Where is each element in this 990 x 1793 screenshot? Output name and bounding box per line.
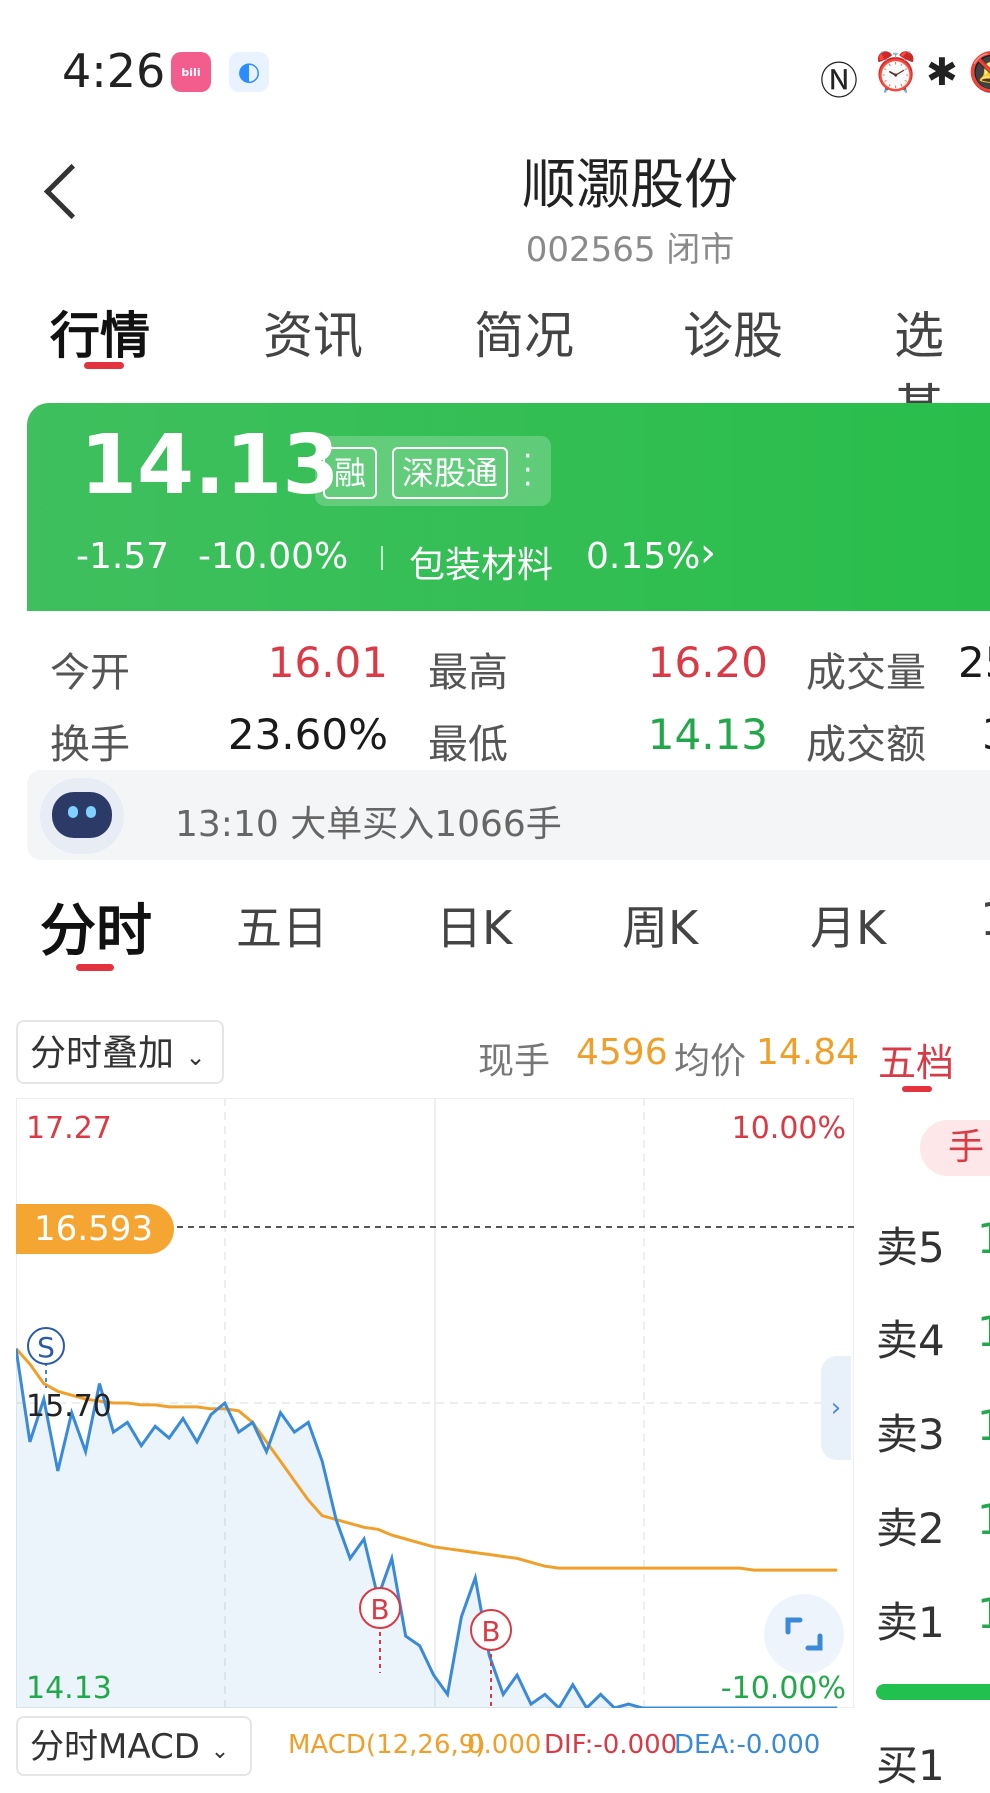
volume-label: 成交量 (806, 650, 926, 696)
five-level-indicator (902, 1086, 932, 1092)
macd-label: 分时MACD (30, 1727, 200, 1767)
amount-label: 成交额 (806, 722, 926, 768)
avg-value: 14.84 (756, 1032, 860, 1073)
peak-price-label: 15.70 (26, 1389, 112, 1424)
macd-dropdown[interactable]: 分时MACD ⌄ (16, 1716, 252, 1776)
open-value: 16.01 (267, 638, 388, 687)
robot-eye (86, 806, 96, 818)
robot-eye (68, 806, 78, 818)
dea-value: DEA:-0.000 (674, 1730, 821, 1760)
turnover-label: 换手 (50, 722, 130, 768)
tab-profile[interactable]: 简况 (474, 296, 574, 368)
margin-tag: 融 (323, 447, 377, 499)
sector-name[interactable]: 包装材料 (409, 536, 553, 588)
reference-price-tag: 16.593 (16, 1204, 174, 1254)
stock-code-status: 002565 闭市 (525, 230, 735, 270)
bid1-label: 买1 (876, 1741, 945, 1790)
current-hand-label: 现手 (478, 1041, 551, 1082)
avg-label: 均价 (674, 1041, 747, 1082)
more-icon[interactable]: · · · (523, 442, 533, 500)
fullscreen-icon[interactable] (764, 1594, 844, 1674)
tab-intraday[interactable]: 分时 (40, 886, 152, 967)
price-change-pct: -10.00% (198, 536, 349, 577)
y-top-label: 17.27 (26, 1111, 112, 1146)
status-time: 4:26 (62, 44, 166, 98)
alarm-icon: ⏰ (872, 50, 920, 94)
ask1-label: 卖1 (876, 1598, 945, 1647)
robot-face (52, 792, 112, 838)
ask4-label: 卖4 (876, 1316, 945, 1365)
y-bottom-label: 14.13 (26, 1671, 112, 1706)
chevron-down-icon: ⌄ (185, 1043, 206, 1071)
y-top-pct-label: 10.00% (732, 1111, 846, 1146)
tab-market[interactable]: 行情 (50, 296, 150, 368)
chevron-down-icon: ⌄ (210, 1739, 230, 1764)
five-level-tab[interactable]: 五档 (878, 1032, 954, 1087)
tab-monthly-k[interactable]: 月K (810, 892, 886, 958)
buy-sell-ratio-bar (876, 1684, 990, 1700)
svg-text:B: B (481, 1615, 500, 1648)
nfc-icon: Ⓝ (820, 59, 859, 103)
chart-tab-indicator (76, 964, 114, 971)
high-value: 16.20 (647, 638, 768, 687)
ask2-label: 卖2 (876, 1504, 945, 1553)
banner-text: 13:10 大单买入1066手 (175, 804, 562, 845)
chevron-right-icon[interactable]: › (700, 530, 716, 576)
divider (381, 546, 383, 570)
tab-weekly-k[interactable]: 周K (622, 892, 698, 958)
price-change: -1.57 (76, 536, 170, 577)
svg-text:B: B (370, 1593, 389, 1626)
svg-text:S: S (37, 1331, 55, 1364)
connect-tag: 深股通 (392, 447, 508, 499)
sector-pct[interactable]: 0.15% (586, 536, 700, 577)
bilibili-app-icon: bili (171, 52, 211, 92)
macd-value: 0.000 (467, 1730, 542, 1760)
stock-name: 顺灏股份 (522, 153, 738, 216)
high-label: 最高 (428, 650, 508, 696)
tab-diagnosis[interactable]: 诊股 (683, 296, 783, 368)
q-app-icon: ◐ (229, 52, 269, 92)
fullscreen-icon-glyph (785, 1617, 823, 1651)
ask3-label: 卖3 (876, 1410, 945, 1459)
tab-news[interactable]: 资讯 (263, 296, 363, 368)
ask5-label: 卖5 (876, 1223, 945, 1272)
ask3-value: 1 (977, 1401, 990, 1450)
ask1-value: 1 (977, 1589, 990, 1638)
chevron-right-icon[interactable]: › (821, 1356, 851, 1460)
tab-daily-k[interactable]: 日K (436, 892, 512, 958)
ask2-value: 1 (977, 1495, 990, 1544)
tab-more[interactable]: 1 (980, 892, 990, 946)
last-price: 14.13 (80, 418, 340, 513)
open-label: 今开 (50, 650, 130, 696)
current-hand-value: 4596 (576, 1032, 668, 1073)
ask5-value: 1 (977, 1214, 990, 1263)
ask4-value: 1 (977, 1307, 990, 1356)
amount-value: 3 (982, 710, 990, 759)
low-value: 14.13 (647, 710, 768, 759)
turnover-value: 23.60% (227, 710, 388, 759)
overlay-label: 分时叠加 (30, 1033, 175, 1074)
low-label: 最低 (428, 722, 508, 768)
bluetooth-icon: ✱ (926, 50, 958, 94)
hand-toggle-button[interactable]: 手 (920, 1120, 990, 1176)
dif-value: DIF:-0.000 (544, 1730, 678, 1760)
tab-five-day[interactable]: 五日 (236, 892, 328, 958)
y-bottom-pct-label: -10.00% (721, 1671, 846, 1706)
tab-active-indicator (84, 362, 124, 369)
overlay-dropdown[interactable]: 分时叠加 ⌄ (16, 1020, 224, 1084)
macd-params: MACD(12,26,9) (288, 1730, 486, 1760)
volume-value: 25 (958, 638, 990, 687)
mute-icon: 🔕 (968, 50, 990, 95)
intraday-chart[interactable]: 17.27 10.00% 14.13 -10.00% 15.70 S B B (16, 1098, 854, 1708)
